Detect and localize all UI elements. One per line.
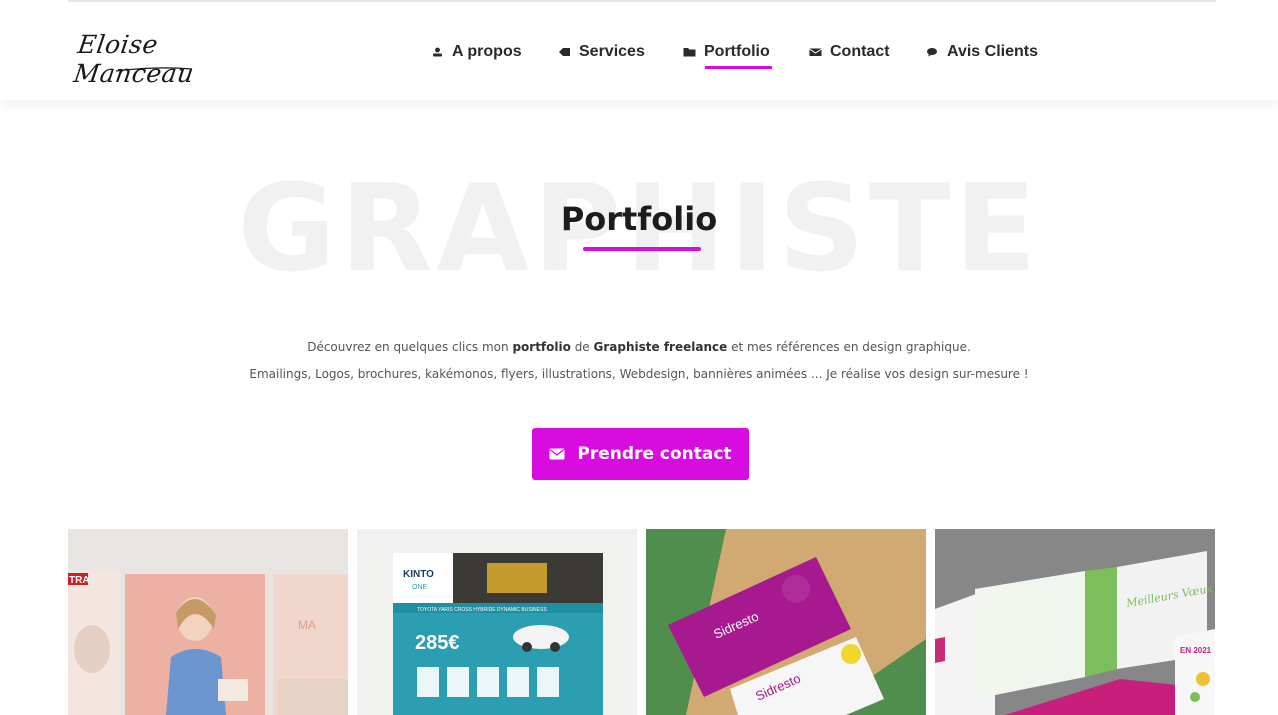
envelope-icon <box>549 448 565 460</box>
envelope-icon <box>809 48 822 56</box>
nav-item-avis-clients[interactable]: Avis Clients <box>926 40 1038 64</box>
greeting-brochure-image: Meilleurs Vœux EN 2021 <box>935 529 1215 715</box>
nav-active-indicator <box>705 66 772 69</box>
user-icon <box>433 47 442 57</box>
intro-text-line-2: Emailings, Logos, brochures, kakémonos, … <box>249 367 1029 381</box>
nav-label-avis-clients: Avis Clients <box>947 43 1038 60</box>
folder-icon <box>683 48 696 57</box>
nav-item-contact[interactable]: Contact <box>809 40 890 64</box>
contact-cta-button[interactable]: Prendre contact <box>532 428 749 480</box>
comments-icon <box>927 48 937 57</box>
kinto-brand-text: KINTO <box>403 569 434 580</box>
kinto-price-text: 285€ <box>415 632 460 654</box>
kinto-flyer-image: KINTO ONE TOYOTA YARIS CROSS HYBRIDE DYN… <box>357 529 637 715</box>
nav-label-a-propos: A propos <box>452 43 522 60</box>
title-underline <box>583 247 701 251</box>
kinto-banner-text: TOYOTA YARIS CROSS HYBRIDE DYNAMIC BUSIN… <box>417 607 547 613</box>
portfolio-tile-sidresto-cards[interactable]: Sidresto Sidresto <box>646 529 926 715</box>
nav-label-services: Services <box>579 43 645 60</box>
intro-text-line-1: Découvrez en quelques clics mon portfoli… <box>0 340 1278 354</box>
intro-text-bold-portfolio: portfolio <box>512 340 571 354</box>
main-nav: A propos Services Portfolio Contact Avis… <box>0 2 1278 100</box>
nav-item-services[interactable]: Services <box>558 40 645 64</box>
cta-label: Prendre contact <box>577 444 732 464</box>
magazine-mockup-image: TRA MA <box>68 529 348 715</box>
intro-text-bold-graphiste: Graphiste freelance <box>593 340 728 354</box>
portfolio-tile-kinto-flyer[interactable]: KINTO ONE TOYOTA YARIS CROSS HYBRIDE DYN… <box>357 529 637 715</box>
intro-text-part2: de <box>570 340 594 354</box>
portfolio-tile-brochure[interactable]: Meilleurs Vœux EN 2021 <box>935 529 1215 715</box>
tag-icon <box>559 48 570 56</box>
nav-label-contact: Contact <box>830 43 890 60</box>
portfolio-tile-magazine[interactable]: TRA MA <box>68 529 348 715</box>
nav-item-portfolio[interactable]: Portfolio <box>683 40 770 64</box>
sidresto-business-cards-image: Sidresto Sidresto <box>646 529 926 715</box>
kinto-sub-text: ONE <box>412 584 428 591</box>
nav-label-portfolio: Portfolio <box>704 43 770 60</box>
intro-text-part3: et mes références en design graphique. <box>727 340 971 354</box>
intro-text-part1: Découvrez en quelques clics mon <box>307 340 513 354</box>
magazine-brand-text: TRA <box>69 575 90 586</box>
page-title: Portfolio <box>560 200 718 238</box>
magazine-side-text: MA <box>298 618 316 632</box>
nav-item-a-propos[interactable]: A propos <box>431 40 522 64</box>
brochure-year-text: EN 2021 <box>1180 646 1212 655</box>
